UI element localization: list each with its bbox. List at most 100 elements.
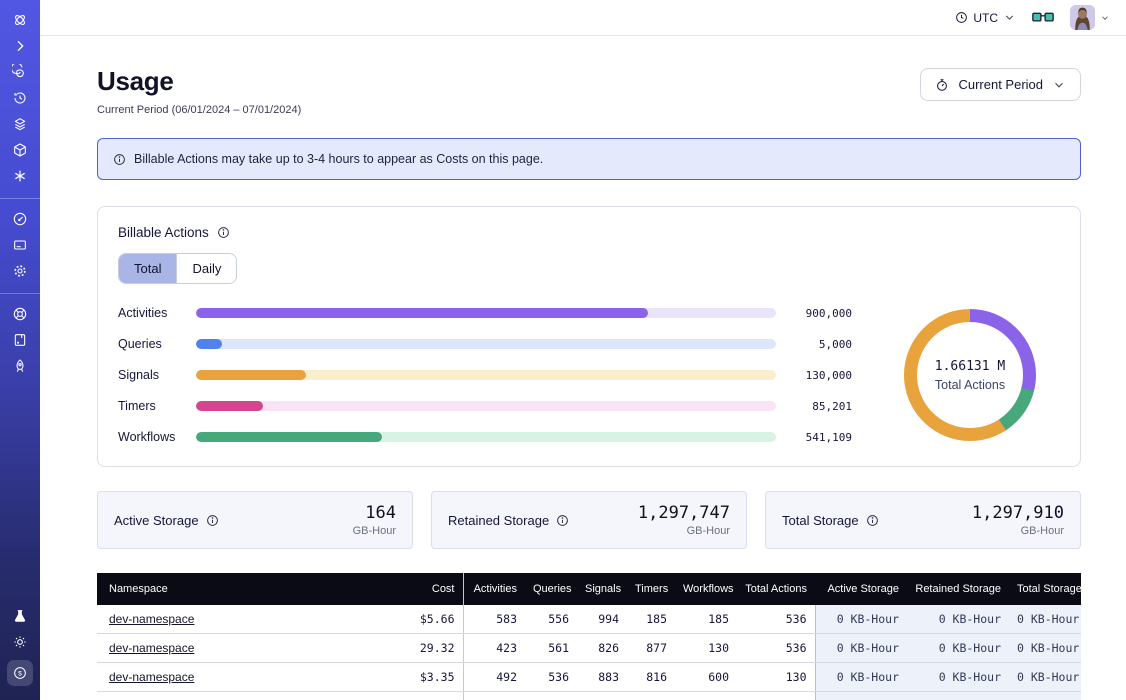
namespace-link[interactable]: dev-namespace <box>109 641 194 655</box>
nexus-icon[interactable] <box>0 168 40 184</box>
storage-summary: Active Storage 164 GB-Hour Retained Stor… <box>97 491 1081 549</box>
cell-workflows: 130 <box>675 634 737 663</box>
temporal-logo[interactable] <box>0 12 40 28</box>
expand-icon[interactable] <box>0 38 40 54</box>
timezone-selector[interactable]: UTC <box>955 11 1016 25</box>
bar-value: 130,000 <box>788 369 852 382</box>
cell-retained_storage: 0 KB-Hour <box>907 663 1009 692</box>
info-icon[interactable] <box>206 514 219 527</box>
docs-icon[interactable] <box>0 332 40 348</box>
labs-icon[interactable] <box>0 608 40 624</box>
cell-retained_storage <box>907 692 1009 700</box>
namespace-link[interactable]: dev-namespace <box>109 670 194 684</box>
clock-icon <box>955 11 968 24</box>
banner-text: Billable Actions may take up to 3-4 hour… <box>134 152 543 166</box>
active-storage-card: Active Storage 164 GB-Hour <box>97 491 413 549</box>
bar-track <box>196 432 776 442</box>
bar-track <box>196 308 776 318</box>
bar-label: Workflows <box>118 430 184 444</box>
bar-fill <box>196 339 222 349</box>
cell-activities: 583 <box>463 605 525 634</box>
usage-icon[interactable] <box>0 211 40 227</box>
cell-workflows <box>675 692 737 700</box>
retained-storage-card: Retained Storage 1,297,747 GB-Hour <box>431 491 747 549</box>
cell-total_actions: 536 <box>737 605 815 634</box>
cell-timers: 816 <box>627 663 675 692</box>
total-storage-unit: GB-Hour <box>972 525 1064 537</box>
chevron-down-icon <box>1100 13 1110 23</box>
active-storage-unit: GB-Hour <box>353 525 396 537</box>
column-header-signals: Signals <box>577 573 627 605</box>
avatar[interactable] <box>1070 5 1095 30</box>
cell-retained_storage: 0 KB-Hour <box>907 605 1009 634</box>
total-storage-value: 1,297,910 <box>972 503 1064 523</box>
cell-cost: 29.32 <box>393 634 463 663</box>
namespaces-icon[interactable] <box>0 64 40 80</box>
page-subtitle: Current Period (06/01/2024 – 07/01/2024) <box>97 104 301 116</box>
bar-label: Queries <box>118 337 184 351</box>
usage-page: Usage Current Period (06/01/2024 – 07/01… <box>40 36 1126 700</box>
info-icon <box>113 153 126 166</box>
cell-activities: 423 <box>463 634 525 663</box>
total-actions-donut: 1.66131 M Total Actions <box>904 309 1036 441</box>
bar-row: Queries 5,000 <box>118 337 852 351</box>
bar-label: Signals <box>118 368 184 382</box>
user-menu[interactable] <box>1070 5 1110 30</box>
support-icon[interactable] <box>0 306 40 322</box>
cell-queries: 556 <box>525 605 577 634</box>
cell-total_actions: 536 <box>737 634 815 663</box>
layers-icon[interactable] <box>0 116 40 132</box>
cube-icon[interactable] <box>0 142 40 158</box>
theme-icon[interactable] <box>0 634 40 650</box>
billing-icon[interactable] <box>0 237 40 253</box>
active-storage-value: 164 <box>353 503 396 523</box>
namespace-link[interactable]: dev-namespace <box>109 612 194 626</box>
info-icon[interactable] <box>556 514 569 527</box>
topbar: UTC <box>40 0 1126 36</box>
cell-total_storage: 0 KB-Hour <box>1009 605 1081 634</box>
column-header-namespace: Namespace <box>97 573 393 605</box>
timezone-label: UTC <box>973 11 998 25</box>
bar-value: 5,000 <box>788 338 852 351</box>
cell-signals: 994 <box>577 605 627 634</box>
bar-fill <box>196 370 306 380</box>
billable-actions-title: Billable Actions <box>118 225 209 240</box>
table-row: dev-namespace$5.665835569941851855360 KB… <box>97 605 1081 634</box>
cell-activities <box>463 692 525 700</box>
cell-total_storage: 0 KB-Hour <box>1009 663 1081 692</box>
info-icon[interactable] <box>866 514 879 527</box>
column-header-activities: Activities <box>463 573 525 605</box>
getting-started-icon[interactable] <box>0 358 40 374</box>
history-icon[interactable] <box>0 90 40 106</box>
cell-namespace <box>97 692 393 700</box>
settings-icon[interactable] <box>0 263 40 279</box>
table-header-row: NamespaceCostActivitiesQueriesSignalsTim… <box>97 573 1081 605</box>
bar-label: Timers <box>118 399 184 413</box>
cell-signals: 883 <box>577 663 627 692</box>
period-selector-button[interactable]: Current Period <box>920 68 1081 101</box>
sidebar: $ <box>0 0 40 700</box>
glasses-icon[interactable] <box>1032 10 1054 25</box>
bar-value: 85,201 <box>788 400 852 413</box>
bar-track <box>196 401 776 411</box>
credits-icon[interactable]: $ <box>7 660 33 686</box>
bar-row: Workflows541,109 <box>118 430 852 444</box>
cell-cost: $5.66 <box>393 605 463 634</box>
cell-timers: 877 <box>627 634 675 663</box>
chevron-down-icon <box>1052 78 1066 92</box>
cell-namespace: dev-namespace <box>97 634 393 663</box>
cell-queries <box>525 692 577 700</box>
table-row: dev-namespace$3.354925368838166001300 KB… <box>97 663 1081 692</box>
cell-cost: $3.35 <box>393 663 463 692</box>
sidebar-divider <box>0 293 40 294</box>
cell-queries: 561 <box>525 634 577 663</box>
namespace-usage-table: NamespaceCostActivitiesQueriesSignalsTim… <box>97 573 1081 700</box>
table-row <box>97 692 1081 700</box>
cell-total_actions: 130 <box>737 663 815 692</box>
info-icon[interactable] <box>217 226 230 239</box>
column-header-queries: Queries <box>525 573 577 605</box>
tab-daily[interactable]: Daily <box>176 254 236 283</box>
page-title: Usage <box>97 66 301 97</box>
cell-workflows: 600 <box>675 663 737 692</box>
tab-total[interactable]: Total <box>119 254 176 283</box>
